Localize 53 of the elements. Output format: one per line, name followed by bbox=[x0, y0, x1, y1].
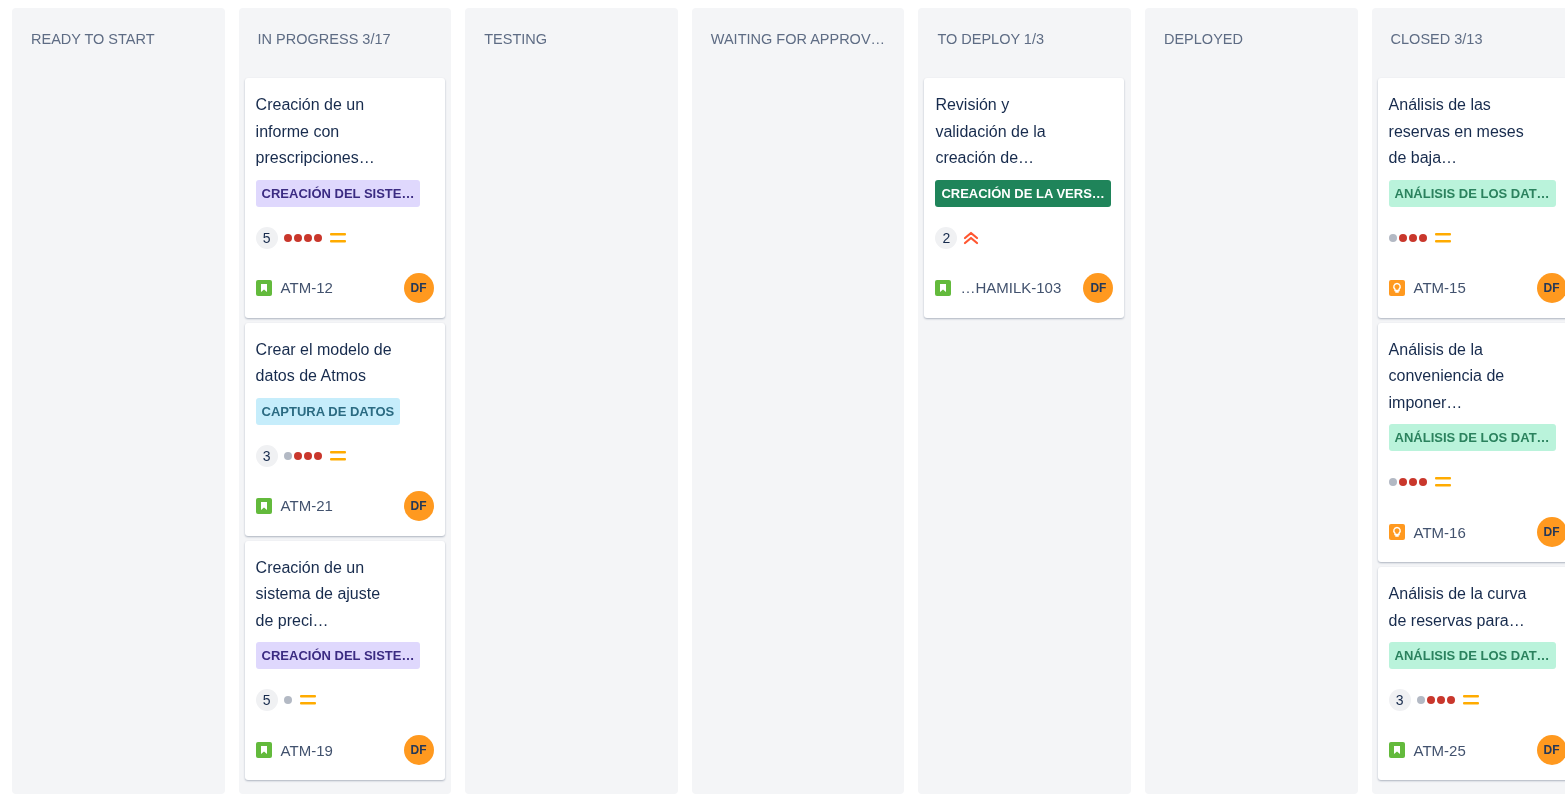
epic-label: ANÁLISIS DE LOS DAT… bbox=[1388, 642, 1556, 669]
assignee-avatar[interactable]: DF bbox=[1083, 272, 1114, 303]
column-title: WAITING FOR APPROV… bbox=[709, 30, 887, 49]
card-summary: Análisis de la curva de reservas para… bbox=[1388, 584, 1528, 631]
column-title: DEPLOYED bbox=[1162, 30, 1244, 49]
column-title: TO DEPLOY 1/3 bbox=[936, 30, 1046, 49]
issue-key[interactable]: ATM-19 bbox=[280, 741, 395, 759]
epic-label: ANÁLISIS DE LOS DAT… bbox=[1388, 179, 1556, 207]
issue-key[interactable]: ATM-16 bbox=[1413, 523, 1528, 541]
card-summary: Revisión y validación de la creación de… bbox=[935, 95, 1047, 168]
progress-dots-icon bbox=[1388, 478, 1429, 486]
issue-card[interactable]: Crear el modelo de datos de Atmos CAPTURA DE DATOS 3 ATM-21 DF bbox=[244, 322, 445, 536]
issue-card[interactable]: Revisión y validación de la creación de… CREACIÓN DE LA VERS… 2 …HAMILK-103 DF bbox=[924, 78, 1125, 318]
progress-dots-icon bbox=[1388, 233, 1429, 242]
card-summary: Análisis de la conveniencia de imponer… bbox=[1388, 339, 1506, 413]
issue-card[interactable]: Análisis de la curva de reservas para… ANÁLISIS DE LOS DAT… 3 ATM-25 DF bbox=[1377, 567, 1565, 780]
card-summary: Análisis de las reservas en meses de baja… bbox=[1388, 95, 1525, 168]
issue-key[interactable]: ATM-25 bbox=[1413, 741, 1528, 759]
epic-label: CAPTURA DE DATOS bbox=[255, 397, 401, 425]
assignee-avatar[interactable]: DF bbox=[403, 272, 434, 303]
assignee-avatar[interactable]: DF bbox=[403, 735, 434, 765]
assignee-avatar[interactable]: DF bbox=[1536, 735, 1565, 765]
issue-card[interactable]: Análisis de las reservas en meses de baja… ANÁLISIS DE LOS DAT… ATM-15 DF bbox=[1377, 78, 1565, 318]
story-points: 2 bbox=[935, 226, 958, 249]
issue-key[interactable]: ATM-21 bbox=[280, 497, 395, 514]
card-summary: Creación de un sistema de ajuste de preci… bbox=[255, 557, 382, 631]
column-title: CLOSED 3/13 bbox=[1389, 30, 1484, 49]
epic-label: CREACIÓN DEL SISTE… bbox=[255, 179, 421, 207]
issue-key[interactable]: …HAMILK-103 bbox=[960, 279, 1075, 296]
epic-label: ANÁLISIS DE LOS DAT… bbox=[1388, 424, 1556, 451]
card-summary: Creación de un informe con prescripciones… bbox=[255, 95, 376, 168]
issue-card[interactable]: Creación de un informe con prescripciones… CREACIÓN DEL SISTE… 5 ATM-12 DF bbox=[244, 78, 445, 318]
column-title: IN PROGRESS 3/17 bbox=[256, 30, 392, 49]
progress-dots-icon bbox=[1416, 696, 1457, 704]
column-title: TESTING bbox=[483, 30, 549, 49]
epic-label: CREACIÓN DEL SISTE… bbox=[255, 642, 421, 669]
column-title: READY TO START bbox=[30, 30, 156, 49]
assignee-avatar[interactable]: DF bbox=[403, 490, 434, 521]
story-points: 3 bbox=[255, 444, 278, 467]
story-points: 5 bbox=[255, 226, 278, 249]
issue-key[interactable]: ATM-12 bbox=[280, 279, 395, 296]
story-points: 3 bbox=[1388, 689, 1411, 711]
issue-key[interactable]: ATM-15 bbox=[1413, 279, 1528, 296]
assignee-avatar[interactable]: DF bbox=[1536, 272, 1565, 303]
assignee-avatar[interactable]: DF bbox=[1536, 517, 1565, 547]
story-points: 5 bbox=[255, 689, 278, 711]
card-summary: Crear el modelo de datos de Atmos bbox=[255, 339, 393, 386]
issue-card[interactable]: Creación de un sistema de ajuste de preci… CREACIÓN DEL SISTE… 5 ATM-19 DF bbox=[244, 540, 445, 780]
progress-dots-icon bbox=[283, 696, 294, 704]
issue-card[interactable]: Análisis de la conveniencia de imponer… ANÁLISIS DE LOS DAT… ATM-16 DF bbox=[1377, 322, 1565, 562]
progress-dots-icon bbox=[283, 233, 324, 242]
progress-dots-icon bbox=[283, 451, 324, 460]
epic-label: CREACIÓN DE LA VERS… bbox=[935, 179, 1111, 207]
